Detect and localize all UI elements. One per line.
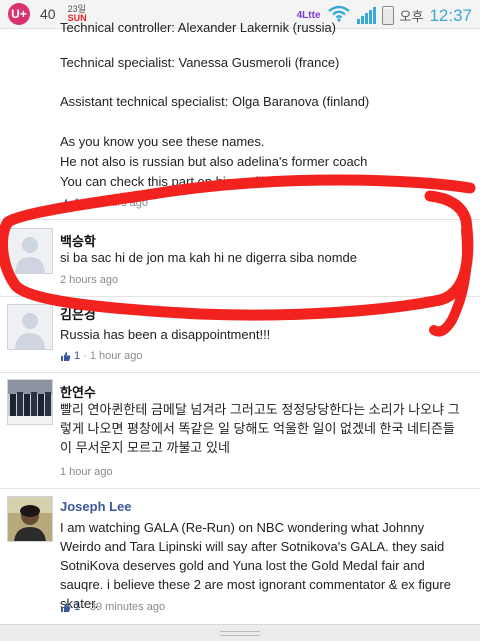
bottom-bar bbox=[0, 624, 480, 641]
post-line: Technical specialist: Vanessa Gusmeroli … bbox=[60, 55, 340, 70]
avatar[interactable] bbox=[7, 304, 53, 350]
avatar[interactable] bbox=[7, 496, 53, 542]
avatar[interactable] bbox=[7, 228, 53, 274]
comment-text: I am watching GALA (Re-Run) on NBC wonde… bbox=[60, 520, 451, 611]
comment-text: 빨리 연아퀸한테 금메달 넘겨라 그러고도 정정당당한다는 소리가 나오냐 그렇… bbox=[60, 402, 460, 455]
comment-time: 1 hour ago bbox=[60, 466, 113, 478]
carrier-logo: U+ bbox=[8, 3, 30, 25]
post-line: You can check this part on his profile. bbox=[60, 174, 275, 189]
post-line-partial: Technical controller: Alexander Lakernik… bbox=[60, 20, 337, 35]
divider bbox=[0, 219, 480, 220]
signal-icon bbox=[356, 6, 376, 24]
comment-time: · 1 hour ago bbox=[83, 350, 143, 362]
comment-time: 2 hours ago bbox=[60, 274, 119, 286]
thumbs-up-icon[interactable] bbox=[60, 198, 71, 209]
ampm-text: 오후 bbox=[399, 9, 424, 24]
divider bbox=[0, 488, 480, 489]
comment-text: Russia has been a disappointment!!! bbox=[60, 327, 271, 342]
clock-text: 12:37 bbox=[429, 5, 472, 25]
thumbs-up-icon[interactable] bbox=[60, 602, 71, 613]
post-line: He not also is russian but also adelina'… bbox=[60, 154, 368, 169]
divider bbox=[0, 296, 480, 297]
battery-icon bbox=[381, 6, 394, 25]
like-count[interactable]: 1 bbox=[74, 350, 80, 362]
post-line: As you know you see these names. bbox=[60, 134, 265, 149]
commenter-name[interactable]: Joseph Lee bbox=[60, 499, 132, 514]
temperature-text: 40 bbox=[40, 6, 56, 22]
comment-meta: 1 · 1 hour ago bbox=[60, 350, 142, 362]
post-line: Assistant technical specialist: Olga Bar… bbox=[60, 94, 370, 109]
divider bbox=[0, 372, 480, 373]
thumbs-up-icon[interactable] bbox=[60, 351, 71, 362]
drag-handle-icon[interactable] bbox=[220, 631, 260, 636]
commenter-name[interactable]: 김은경 bbox=[60, 304, 96, 323]
comment-text: si ba sac hi de jon ma kah hi ne digerra… bbox=[60, 250, 358, 265]
comment-meta: 1 · 39 minutes ago bbox=[60, 601, 165, 613]
comment-time: · 39 minutes ago bbox=[83, 601, 166, 613]
like-count[interactable]: 1 bbox=[74, 601, 80, 613]
commenter-name[interactable]: 한연수 bbox=[60, 382, 96, 401]
post-meta: 1 · 2 hours ago bbox=[60, 197, 148, 209]
comment-meta: 1 hour ago bbox=[60, 466, 113, 478]
comment-meta: 2 hours ago bbox=[60, 274, 118, 286]
avatar[interactable] bbox=[7, 379, 53, 425]
like-count[interactable]: 1 bbox=[74, 197, 80, 209]
post-time: · 2 hours ago bbox=[83, 197, 148, 209]
